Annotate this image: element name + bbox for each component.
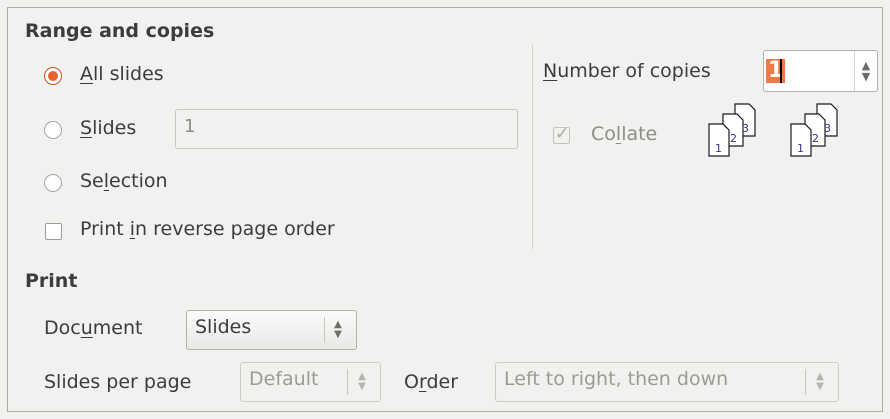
order-select[interactable]: Left to right, then down ▲ ▼ — [495, 362, 839, 402]
reverse-order-checkbox[interactable] — [45, 223, 62, 240]
slides-range-input[interactable]: 1 — [175, 109, 518, 149]
document-select[interactable]: Slides ▲ ▼ — [186, 310, 357, 350]
copies-value[interactable]: 1 — [766, 59, 786, 83]
text-cursor — [780, 59, 782, 83]
document-select-value: Slides — [195, 316, 252, 338]
selection-label[interactable]: Selection — [80, 170, 168, 192]
range-section-title: Range and copies — [25, 20, 215, 42]
column-divider — [532, 44, 533, 249]
number-of-copies-spinbox[interactable]: 1 ▲ ▼ — [763, 50, 878, 92]
reverse-order-label[interactable]: Print in reverse page order — [80, 218, 335, 240]
page-number-2: 2 — [812, 132, 819, 145]
all-slides-label[interactable]: All slides — [80, 63, 164, 85]
copies-spin-arrows[interactable]: ▲ ▼ — [854, 51, 877, 91]
page-number-3: 3 — [824, 122, 831, 135]
combo-separator — [805, 369, 806, 395]
updown-arrows-icon: ▲ ▼ — [358, 371, 366, 392]
updown-arrows-icon: ▲ ▼ — [816, 371, 824, 392]
slides-per-page-value: Default — [249, 368, 319, 390]
page-number-1: 1 — [715, 142, 722, 155]
combo-separator — [324, 317, 325, 343]
combo-separator — [347, 369, 348, 395]
collate-checkbox[interactable]: ✓ — [553, 124, 570, 144]
updown-arrows-icon: ▲ ▼ — [334, 319, 342, 340]
slides-per-page-label: Slides per page — [44, 371, 192, 393]
collated-pages-icon-2: 3 2 1 — [790, 103, 838, 157]
order-label: Order — [404, 371, 459, 393]
selection-radio[interactable] — [44, 174, 62, 192]
slides-label[interactable]: Slides — [80, 117, 136, 139]
checkmark-icon: ✓ — [555, 124, 570, 144]
print-section-title: Print — [25, 270, 78, 292]
order-value: Left to right, then down — [504, 368, 729, 390]
slides-radio[interactable] — [44, 121, 62, 139]
number-of-copies-label: Number of copies — [543, 60, 711, 82]
collated-pages-icon: 3 2 1 — [708, 103, 756, 157]
slides-per-page-select[interactable]: Default ▲ ▼ — [240, 362, 381, 402]
collate-label: Collate — [591, 123, 658, 145]
page-number-1: 1 — [797, 142, 804, 155]
document-label: Document — [44, 317, 143, 339]
page-number-3: 3 — [742, 122, 749, 135]
spin-down-icon[interactable]: ▼ — [862, 71, 870, 82]
all-slides-radio[interactable] — [44, 67, 62, 85]
page-number-2: 2 — [730, 132, 737, 145]
